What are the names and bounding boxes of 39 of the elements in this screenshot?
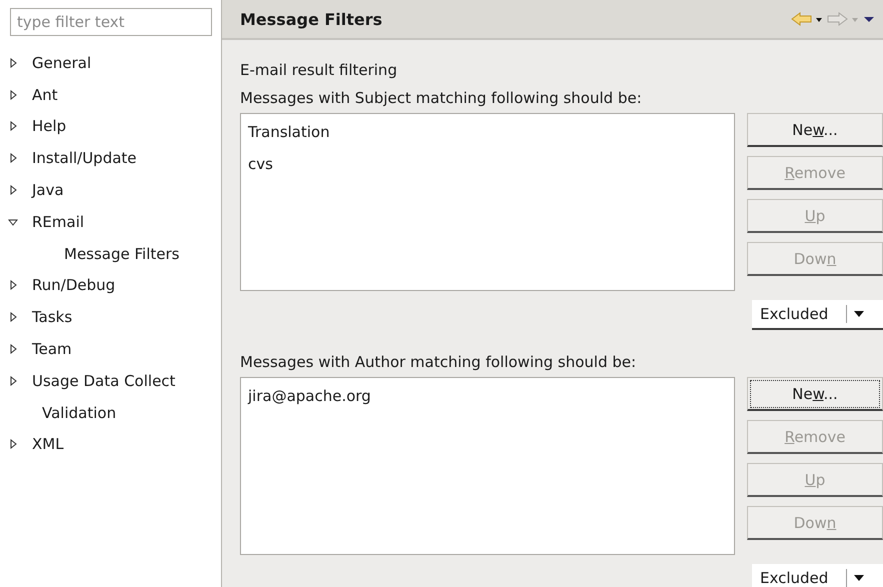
expander-icon[interactable] [8,121,18,132]
list-button[interactable]: New... [747,377,883,411]
tree-item[interactable]: Java [32,181,64,200]
tree-item[interactable]: Message Filters [64,244,180,263]
tree-item[interactable]: Team [32,340,72,358]
list-button[interactable]: New... [747,113,883,147]
caret-icon[interactable] [853,573,866,583]
page-title: Message Filters [240,10,382,28]
expander-icon[interactable] [8,344,18,354]
section-heading: E-mail result filtering [240,60,398,81]
expander-icon[interactable] [8,153,18,164]
expander-icon[interactable] [8,439,18,450]
tree-item[interactable]: Help [32,117,66,136]
back-icon[interactable] [791,11,825,27]
list-item[interactable]: cvs [248,152,727,184]
mode-dropdown[interactable]: Excluded [752,564,883,587]
expander-icon[interactable] [8,185,18,196]
list-label: Messages with Author matching following should be: [240,352,638,373]
list-item[interactable]: jira@apache.org [248,384,727,416]
tree-item[interactable]: General [32,54,92,72]
tree-item[interactable]: Ant [32,86,58,104]
caret-icon[interactable] [853,309,866,319]
expander-icon[interactable] [8,58,18,68]
expander-icon[interactable] [8,376,18,386]
tree-item[interactable]: REmail [32,212,84,231]
tree-item[interactable]: Run/Debug [32,276,116,294]
expander-icon[interactable] [8,216,18,227]
filter-field[interactable]: type filter text [10,8,212,36]
tree-item[interactable]: Usage Data Collect [32,372,176,390]
expander-icon[interactable] [8,312,18,322]
tree-item[interactable]: Install/Update [32,149,137,168]
list-label: Messages with Subject matching following should be: [240,88,643,109]
mode-dropdown[interactable]: Excluded [752,300,883,330]
list-item[interactable]: Translation [248,120,727,152]
expander-icon[interactable] [8,90,18,100]
expander-icon[interactable] [8,280,18,290]
tree-item[interactable]: Validation [42,404,116,422]
tree-item[interactable]: XML [32,435,64,454]
tree-item[interactable]: Tasks [32,308,72,326]
